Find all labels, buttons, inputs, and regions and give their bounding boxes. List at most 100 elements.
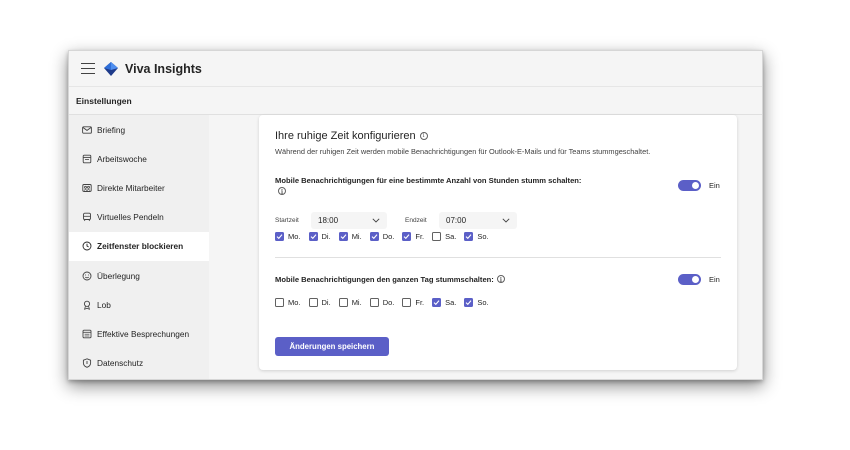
checkbox[interactable] [402,298,412,307]
allday-mute-toggle-label: Ein [709,275,720,284]
end-time-select[interactable]: 07:00 [439,211,517,229]
checkbox[interactable] [464,232,474,241]
hours-mute-toggle[interactable] [678,180,701,191]
people-icon [81,182,92,193]
checkbox[interactable] [308,232,318,241]
day-checkbox-mo[interactable]: Mo. [275,298,301,307]
day-label: Do. [382,298,395,307]
day-label: Mi. [351,298,362,307]
day-label: So. [477,232,489,241]
sidebar-item-direkte-mitarbeiter[interactable]: Direkte Mitarbeiter [69,173,209,202]
checkbox[interactable] [464,298,474,307]
start-time-select[interactable]: 18:00 [311,211,387,229]
sidebar-item-label: Datenschutz [97,358,144,369]
sidebar-item-arbeitswoche[interactable]: Arbeitswoche [69,144,209,173]
day-checkbox-mo[interactable]: Mo. [275,232,301,241]
checkbox[interactable] [275,232,284,241]
day-label: Di. [321,232,331,241]
shield-icon [81,358,92,369]
end-time-label: Endzeit [405,216,427,224]
main-content: Ihre ruhige Zeit konfigurieren Während d… [209,115,762,379]
day-checkbox-sa[interactable]: Sa. [432,232,456,241]
sidebar-item-datenschutz[interactable]: Datenschutz [69,349,209,378]
day-checkbox-fr[interactable]: Fr. [402,232,424,241]
sidebar-item-label: Zeitfenster blockieren [97,241,184,252]
settings-sidebar: Briefing Arbeitswoche Direkte Mitarbeite… [69,115,209,379]
breadcrumb-settings: Einstellungen [76,95,132,106]
sidebar-item-label: Überlegung [97,270,140,281]
info-icon[interactable] [278,187,286,198]
sidebar-item-effektive-besprechungen[interactable]: Effektive Besprechungen [69,319,209,348]
quiet-time-card: Ihre ruhige Zeit konfigurieren Während d… [259,115,737,370]
smiley-icon [81,270,92,281]
day-label: Di. [321,298,331,307]
start-time-value: 18:00 [318,215,339,225]
day-checkbox-so[interactable]: So. [464,298,489,307]
sidebar-item-zeitfenster-blockieren[interactable]: Zeitfenster blockieren [69,231,209,261]
sidebar-item-briefing[interactable]: Briefing [69,115,209,144]
day-label: Sa. [445,298,457,307]
day-label: Fr. [415,232,425,241]
info-icon[interactable] [496,275,505,286]
day-checkbox-mi[interactable]: Mi. [338,298,362,307]
app-window: Viva Insights Einstellungen Briefing Arb… [68,50,763,380]
sidebar-item-lob[interactable]: Lob [69,290,209,319]
clock-icon [81,241,92,252]
calendar-icon [81,153,92,164]
app-title: Viva Insights [125,61,202,76]
day-checkbox-di[interactable]: Di. [308,298,331,307]
day-checkbox-sa[interactable]: Sa. [432,298,456,307]
section-allday-label: Mobile Benachrichtigungen den ganzen Tag… [275,274,635,286]
checkbox[interactable] [402,232,412,241]
section-hours-label-text: Mobile Benachrichtigungen für eine besti… [275,176,582,185]
allday-days-row: Mo. Di. Mi. Do. Fr. Sa. So. [275,298,497,307]
save-changes-button[interactable]: Änderungen speichern [275,337,389,356]
day-checkbox-di[interactable]: Di. [308,232,331,241]
section-divider [275,257,721,258]
day-label: Sa. [445,232,457,241]
checkbox[interactable] [369,298,379,307]
end-time-value: 07:00 [446,215,467,225]
day-label: Mo. [288,298,301,307]
day-label: Mo. [288,232,301,241]
card-title-text: Ihre ruhige Zeit konfigurieren [275,130,416,142]
checkbox[interactable] [369,232,379,241]
card-title: Ihre ruhige Zeit konfigurieren [275,130,428,142]
top-bar: Viva Insights [69,51,762,87]
sidebar-item-label: Virtuelles Pendeln [97,212,164,223]
card-description: Während der ruhigen Zeit werden mobile B… [275,147,651,156]
day-checkbox-do[interactable]: Do. [369,298,395,307]
checkbox[interactable] [338,232,348,241]
ribbon-icon [81,299,92,310]
day-label: Fr. [415,298,425,307]
allday-mute-toggle[interactable] [678,274,701,285]
sidebar-item-label: Briefing [97,124,126,135]
viva-insights-logo-icon [104,61,118,76]
time-range-row: Startzeit 18:00 Endzeit 07:00 [275,211,517,229]
info-icon[interactable] [419,132,428,140]
day-checkbox-do[interactable]: Do. [369,232,395,241]
checkbox[interactable] [275,298,284,307]
vehicle-icon [81,212,92,223]
day-checkbox-fr[interactable]: Fr. [402,298,424,307]
checkbox[interactable] [338,298,348,307]
sidebar-item-label: Lob [97,299,111,310]
checkbox[interactable] [432,298,442,307]
sidebar-item-ueberlegung[interactable]: Überlegung [69,261,209,290]
hamburger-menu-icon[interactable] [81,63,95,74]
calendar-grid-icon [81,328,92,339]
start-time-label: Startzeit [275,216,299,224]
hours-days-row: Mo. Di. Mi. Do. Fr. Sa. So. [275,232,497,241]
chevron-down-icon [502,217,510,223]
checkbox[interactable] [432,232,442,241]
hours-mute-toggle-label: Ein [709,181,720,190]
breadcrumb: Einstellungen [69,87,762,115]
checkbox[interactable] [308,298,318,307]
day-checkbox-so[interactable]: So. [464,232,489,241]
sidebar-item-label: Direkte Mitarbeiter [97,182,165,193]
sidebar-item-virtuelles-pendeln[interactable]: Virtuelles Pendeln [69,203,209,232]
day-label: Do. [382,232,395,241]
day-label: So. [477,298,489,307]
mail-icon [81,124,92,135]
day-checkbox-mi[interactable]: Mi. [338,232,362,241]
